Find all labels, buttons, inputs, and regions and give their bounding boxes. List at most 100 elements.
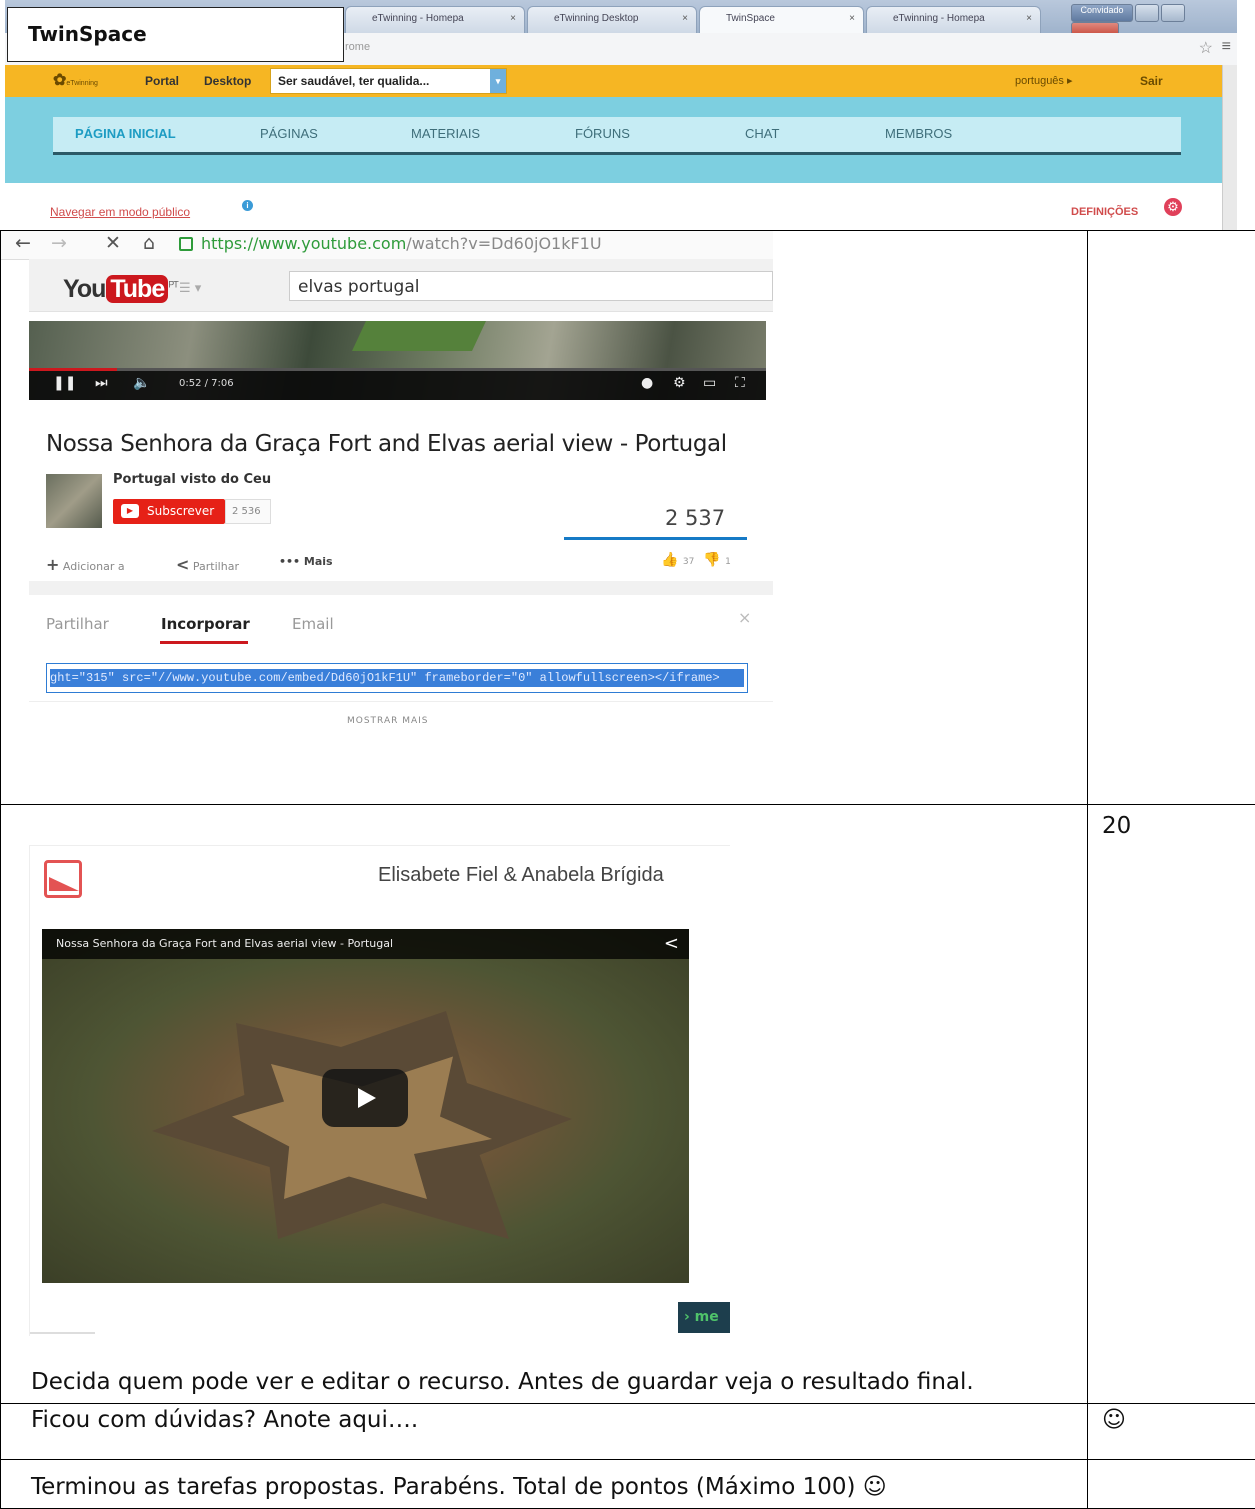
like-ratio-bar	[564, 537, 747, 540]
table-cell: Terminou as tarefas propostas. Parabéns.…	[1, 1460, 1088, 1509]
tab-share[interactable]: Partilhar	[46, 615, 109, 633]
authors-title: Elisabete Fiel & Anabela Brígida	[378, 864, 664, 887]
url-host: https://www.youtube.com	[201, 234, 406, 253]
user-button[interactable]: Convidado	[1071, 4, 1133, 22]
watch-later-icon[interactable]: ●	[641, 375, 653, 391]
back-icon[interactable]: ←	[15, 232, 31, 254]
theater-mode-icon[interactable]: ▭	[703, 375, 716, 391]
youtube-logo[interactable]: YouTubePT	[63, 275, 178, 304]
page-scrollbar[interactable]	[1222, 65, 1237, 230]
nav-members[interactable]: MEMBROS	[885, 126, 952, 141]
share-icon[interactable]: <	[664, 933, 679, 954]
fullscreen-icon[interactable]: ⛶	[735, 375, 745, 391]
tab-embed[interactable]: Incorporar	[161, 615, 250, 633]
maximize-button[interactable]	[1161, 4, 1185, 22]
video-controls: ❚❚ ⏭ 🔈 0:52 / 7:06 ● ⚙ ▭ ⛶	[29, 368, 766, 400]
home-icon[interactable]: ⌂	[143, 232, 155, 254]
share-button[interactable]: < Partilhar	[176, 555, 239, 574]
nav-chat[interactable]: CHAT	[745, 126, 779, 141]
nav-pages[interactable]: PÁGINAS	[260, 126, 318, 141]
share-icon: <	[176, 555, 189, 574]
tab-label: eTwinning - Homepa	[893, 13, 985, 24]
close-icon[interactable]: ×	[682, 13, 688, 24]
nav-forums[interactable]: FÓRUNS	[575, 126, 630, 141]
pause-icon[interactable]: ❚❚	[53, 375, 76, 391]
channel-avatar[interactable]	[46, 474, 102, 528]
embedded-video-title: Nossa Senhora da Graça Fort and Elvas ae…	[42, 929, 689, 959]
guide-menu-icon[interactable]: ☰ ▾	[179, 281, 201, 296]
active-tab-underline	[160, 641, 248, 644]
browser-tab[interactable]: eTwinning - Homepa ×	[866, 6, 1041, 33]
forward-icon[interactable]: →	[51, 232, 67, 254]
channel-name[interactable]: Portugal visto do Ceu	[113, 472, 271, 487]
table-row: ← → ✕ ⌂ https://www.youtube.com/watch?v=…	[1, 231, 1255, 805]
instruction-text: Decida quem pode ver e editar o recurso.…	[1, 1369, 974, 1395]
url-path: /watch?v=Dd60jO1kF1U	[406, 234, 601, 253]
video-time: 0:52 / 7:06	[179, 378, 234, 389]
language-selector[interactable]: português ▸	[1015, 74, 1073, 87]
volume-icon[interactable]: 🔈	[133, 375, 150, 391]
add-to-button[interactable]: + Adicionar a	[46, 555, 125, 574]
close-icon[interactable]: ×	[738, 608, 751, 627]
table-row: Elisabete Fiel & Anabela Brígida Nossa S…	[1, 805, 1255, 1404]
subscribe-button[interactable]: ▶Subscrever	[113, 499, 225, 524]
nav-materials[interactable]: MATERIAIS	[411, 126, 480, 141]
minimize-button[interactable]	[1135, 4, 1159, 22]
portal-link[interactable]: Portal	[145, 74, 179, 88]
info-icon[interactable]: i	[242, 200, 253, 211]
settings-gear-icon[interactable]: ⚙	[673, 375, 686, 391]
browser-tab-active[interactable]: TwinSpace ×	[699, 6, 864, 33]
plus-icon: +	[46, 555, 59, 574]
video-progress-bar[interactable]	[29, 368, 766, 371]
youtube-url-bar: ← → ✕ ⌂ https://www.youtube.com/watch?v=…	[1, 231, 773, 260]
twinspace-callout-label: TwinSpace	[7, 7, 344, 62]
table-cell: 20	[1088, 805, 1255, 1404]
thumbs-down-icon: 👎	[703, 552, 720, 568]
table-cell: Ficou com dúvidas? Anote aqui….	[1, 1404, 1088, 1460]
youtube-search-input[interactable]: elvas portugal	[289, 271, 773, 301]
project-select-value: Ser saudável, ter qualida...	[278, 74, 429, 88]
settings-link[interactable]: DEFINIÇÕES	[1071, 206, 1138, 218]
close-icon[interactable]: ×	[510, 13, 516, 24]
chevron-down-icon[interactable]: ▾	[490, 69, 506, 93]
thumbs-up-icon: 👍	[661, 552, 678, 568]
youtube-url[interactable]: https://www.youtube.com/watch?v=Dd60jO1k…	[201, 234, 602, 253]
etwinning-top-bar: ✿eTwinning Portal Desktop Ser saudável, …	[5, 65, 1222, 97]
browser-menu-icon[interactable]: ≡	[1222, 38, 1231, 56]
browser-tab[interactable]: eTwinning - Homepa×	[345, 6, 525, 33]
embed-code-field[interactable]: ght="315" src="//www.youtube.com/embed/D…	[46, 663, 748, 693]
video-progress-fill	[29, 368, 117, 371]
divider	[29, 701, 773, 702]
public-mode-link[interactable]: Navegar em modo público	[50, 205, 190, 219]
show-more-button[interactable]: MOSTRAR MAIS	[347, 716, 429, 726]
logout-link[interactable]: Sair	[1140, 74, 1163, 88]
more-button[interactable]: ••• Mais	[279, 555, 333, 568]
embedded-video[interactable]: Nossa Senhora da Graça Fort and Elvas ae…	[42, 929, 689, 1283]
desktop-link[interactable]: Desktop	[204, 74, 251, 88]
more-button[interactable]: › me	[678, 1302, 730, 1333]
tab-email[interactable]: Email	[292, 615, 334, 633]
gear-icon[interactable]: ⚙	[1164, 198, 1182, 216]
embed-code-selection: ght="315" src="//www.youtube.com/embed/D…	[50, 669, 744, 687]
video-frame-field	[352, 321, 486, 351]
document-table: ← → ✕ ⌂ https://www.youtube.com/watch?v=…	[0, 230, 1255, 1509]
table-row: Terminou as tarefas propostas. Parabéns.…	[1, 1460, 1255, 1509]
table-row: Ficou com dúvidas? Anote aqui…. ☺	[1, 1404, 1255, 1460]
lock-icon	[179, 237, 193, 251]
youtube-header: YouTubePT ☰ ▾ elvas portugal	[29, 259, 773, 312]
tab-label: TwinSpace	[726, 13, 775, 24]
project-select[interactable]: Ser saudável, ter qualida... ▾	[270, 68, 507, 94]
close-icon[interactable]: ×	[849, 13, 855, 24]
close-icon[interactable]: ×	[1026, 13, 1032, 24]
nav-home[interactable]: PÁGINA INICIAL	[75, 126, 176, 141]
bookmark-star-icon[interactable]: ☆	[1199, 38, 1213, 58]
table-cell: ← → ✕ ⌂ https://www.youtube.com/watch?v=…	[1, 231, 1088, 805]
twinspace-nav: PÁGINA INICIAL PÁGINAS MATERIAIS FÓRUNS …	[53, 117, 1181, 155]
total-points-value	[1088, 1460, 1255, 1468]
browser-tab[interactable]: eTwinning Desktop×	[527, 6, 697, 33]
next-icon[interactable]: ⏭	[95, 375, 108, 391]
like-dislike[interactable]: 👍 37 👎 1	[661, 552, 731, 568]
stop-icon[interactable]: ✕	[105, 232, 121, 254]
etwinning-logo[interactable]: ✿eTwinning	[53, 70, 125, 92]
play-icon[interactable]	[322, 1069, 408, 1127]
